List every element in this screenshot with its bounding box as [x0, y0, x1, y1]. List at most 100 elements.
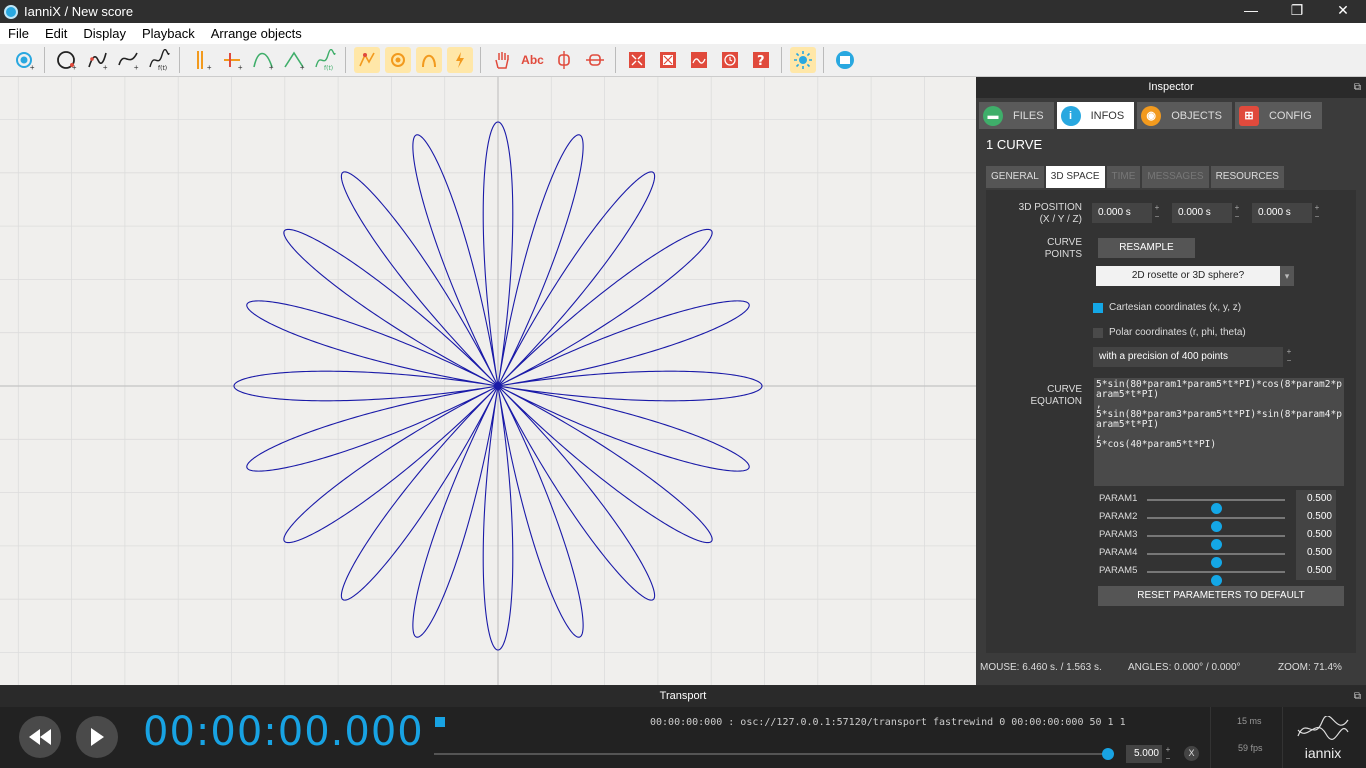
restore-button[interactable]: ❐	[1274, 0, 1320, 23]
snap-objects-icon[interactable]	[384, 47, 411, 73]
svg-text:f(t): f(t)	[158, 65, 167, 71]
link-icon[interactable]	[582, 47, 608, 73]
subtab-3d-space[interactable]: 3D SPACE	[1045, 166, 1105, 188]
speed-field[interactable]: 5.000	[1126, 745, 1162, 763]
preview-icon[interactable]	[655, 47, 681, 73]
subtab-general[interactable]: GENERAL	[986, 166, 1044, 188]
equation-editor[interactable]: 5*sin(80*param1*param5*t*PI)*cos(8*param…	[1094, 378, 1344, 486]
menu-arrange-objects[interactable]: Arrange objects	[203, 26, 310, 41]
subtab-resources[interactable]: RESOURCES	[1210, 166, 1284, 188]
position-z-stepper[interactable]: + −	[1313, 203, 1321, 221]
transport-dock-icon[interactable]: ⧉	[1354, 686, 1361, 707]
window-title: IanniX / New score	[24, 4, 134, 19]
precision-field[interactable]: with a precision of 400 points	[1093, 347, 1283, 367]
position-slider-knob[interactable]	[1102, 748, 1114, 760]
menu-edit[interactable]: Edit	[37, 26, 75, 41]
record-indicator[interactable]	[435, 717, 445, 727]
param3-slider[interactable]	[1147, 535, 1285, 550]
network-icon: ⊞	[1238, 105, 1259, 126]
add-trigger-icon[interactable]: +	[219, 47, 245, 73]
score-canvas[interactable]	[0, 77, 976, 685]
help-icon[interactable]: ?	[748, 47, 774, 73]
svg-text:?: ?	[757, 54, 765, 69]
snap-grid-icon[interactable]	[353, 47, 380, 73]
resample-button[interactable]: RESAMPLE	[1098, 238, 1195, 258]
clock-icon[interactable]	[717, 47, 743, 73]
position-slider[interactable]	[434, 753, 1110, 755]
status-mouse: MOUSE: 6.460 s. / 1.563 s.	[980, 662, 1102, 673]
logo-mark-icon	[1297, 715, 1349, 740]
position-z-field[interactable]: 0.000 s	[1252, 203, 1312, 223]
param1-slider[interactable]	[1147, 499, 1285, 514]
preset-dropdown[interactable]: 2D rosette or 3D sphere?	[1096, 266, 1280, 286]
reset-parameters-button[interactable]: RESET PARAMETERS TO DEFAULT	[1098, 586, 1344, 606]
menu-display[interactable]: Display	[75, 26, 134, 41]
add-bezier-icon[interactable]: +	[250, 47, 276, 73]
param1-value[interactable]: 0.500	[1296, 490, 1336, 508]
svg-text:f(t): f(t)	[324, 65, 333, 71]
param4-slider[interactable]	[1147, 553, 1285, 568]
position-x-stepper[interactable]: + −	[1153, 203, 1161, 221]
tab-objects[interactable]: ◉ OBJECTS	[1137, 102, 1232, 129]
fullscreen-icon[interactable]	[624, 47, 650, 73]
position-y-stepper[interactable]: + −	[1233, 203, 1241, 221]
fps-readout: 59 fps	[1238, 743, 1263, 753]
param3-value[interactable]: 0.500	[1296, 526, 1336, 544]
curve-equation-label: CURVE EQUATION	[1030, 384, 1082, 407]
position-y-field[interactable]: 0.000 s	[1172, 203, 1232, 223]
add-curve-icon[interactable]: +	[84, 47, 110, 73]
play-button[interactable]	[76, 716, 118, 758]
minimize-button[interactable]: —	[1228, 0, 1274, 23]
cartesian-label: Cartesian coordinates (x, y, z)	[1109, 302, 1242, 313]
add-point-icon[interactable]: +	[11, 47, 37, 73]
eye-icon: ◉	[1141, 105, 1162, 126]
add-function-icon[interactable]: f(t)	[312, 47, 338, 73]
dock-icon[interactable]: ⧉	[1354, 77, 1361, 98]
render-icon[interactable]	[686, 47, 712, 73]
menu-playback[interactable]: Playback	[134, 26, 203, 41]
param5-knob[interactable]	[1210, 575, 1222, 586]
transport-header: Transport ⧉	[0, 686, 1366, 707]
polar-checkbox[interactable]	[1093, 328, 1103, 338]
speed-stepper[interactable]: + −	[1164, 745, 1172, 763]
inspector-panel: Inspector ⧉ ▬ FILES i INFOS ◉ OBJECTS ⊞ CONF…	[976, 77, 1366, 685]
inspector-tabs: ▬ FILES i INFOS ◉ OBJECTS ⊞ CONFIG	[976, 98, 1366, 129]
inspector-subtabs: GENERAL 3D SPACE TIME MESSAGES RESOURCES	[976, 157, 1366, 188]
tab-infos[interactable]: i INFOS	[1056, 102, 1135, 129]
hand-icon[interactable]	[489, 47, 515, 73]
menu-file[interactable]: File	[0, 26, 37, 41]
chevron-down-icon[interactable]: ▾	[1280, 266, 1294, 286]
position-x-field[interactable]: 0.000 s	[1092, 203, 1152, 223]
precision-stepper[interactable]: + −	[1285, 347, 1293, 365]
magnet-icon[interactable]	[415, 47, 442, 73]
add-equation-curve-icon[interactable]: f(t)	[146, 47, 172, 73]
param5-value[interactable]: 0.500	[1296, 562, 1336, 580]
param3-label: PARAM3	[1099, 529, 1138, 540]
score-viewport[interactable]	[0, 77, 976, 685]
cartesian-checkbox[interactable]	[1093, 303, 1103, 313]
close-button[interactable]: ✕	[1320, 0, 1366, 23]
unlink-icon[interactable]	[551, 47, 577, 73]
lightning-icon[interactable]	[446, 47, 473, 73]
clear-speed-button[interactable]: X	[1184, 746, 1199, 761]
tab-config[interactable]: ⊞ CONFIG	[1234, 102, 1322, 129]
text-icon[interactable]: Abc	[520, 47, 546, 73]
tab-files[interactable]: ▬ FILES	[979, 102, 1054, 129]
add-line-icon[interactable]: +	[281, 47, 307, 73]
files-icon: ▬	[983, 105, 1003, 126]
title-bar: IanniX / New score — ❐ ✕	[0, 0, 1366, 23]
param2-slider[interactable]	[1147, 517, 1285, 532]
fast-rewind-button[interactable]	[19, 716, 61, 758]
transport-panel: Transport ⧉ 00:00:00.000 00:00:00:000 : …	[0, 686, 1366, 768]
rewind-icon	[29, 729, 51, 745]
param4-value[interactable]: 0.500	[1296, 544, 1336, 562]
add-circle-icon[interactable]: +	[53, 47, 79, 73]
param2-value[interactable]: 0.500	[1296, 508, 1336, 526]
add-trigger-cursor-icon[interactable]: +	[188, 47, 214, 73]
brightness-icon[interactable]	[789, 47, 816, 73]
add-smooth-curve-icon[interactable]: +	[115, 47, 141, 73]
param5-slider[interactable]	[1147, 571, 1285, 586]
folder-icon[interactable]	[832, 47, 858, 73]
space-panel: 3D POSITION (X / Y / Z) 0.000 s + − 0.000 …	[986, 190, 1356, 653]
status-angles: ANGLES: 0.000° / 0.000°	[1128, 662, 1241, 673]
